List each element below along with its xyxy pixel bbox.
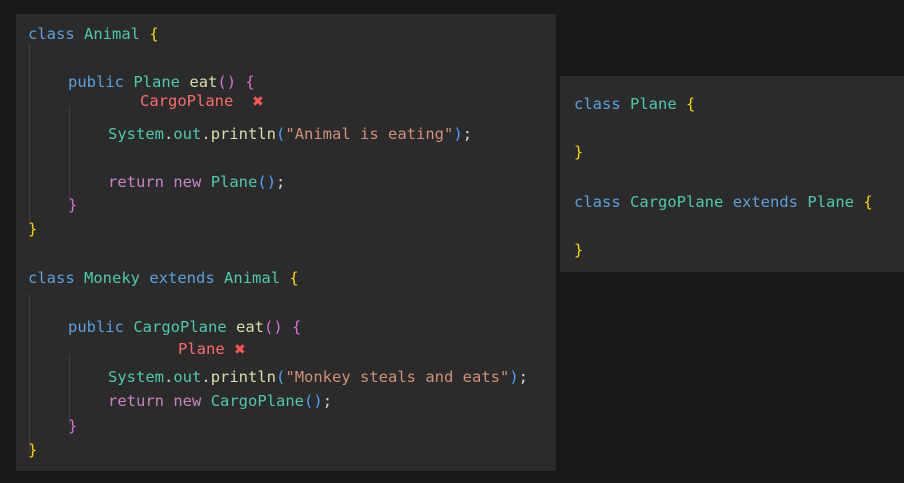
- keyword: public: [68, 318, 124, 336]
- string-literal: "Monkey steals and eats": [285, 368, 510, 386]
- code-line-class-close: }: [574, 142, 583, 162]
- brace: }: [68, 196, 78, 214]
- keyword: class: [574, 95, 621, 113]
- method-name: println: [210, 125, 277, 143]
- keyword: public: [68, 73, 124, 91]
- class-name: Plane: [630, 95, 677, 113]
- annotation-plane: Plane ✖: [178, 339, 246, 359]
- code-line-method-close: }: [68, 195, 77, 215]
- code-line-monkey-return: return new CargoPlane();: [108, 392, 333, 410]
- code-line-monkey-print: System.out.println("Monkey steals and ea…: [108, 368, 529, 386]
- brace: }: [574, 143, 584, 161]
- identifier: System: [108, 368, 164, 386]
- keyword: extends: [149, 269, 215, 287]
- code-line-method-close: }: [68, 416, 77, 436]
- x-mark-icon: ✖: [252, 94, 264, 110]
- keyword: class: [28, 25, 75, 43]
- brace: {: [245, 73, 255, 91]
- indent-guide: [29, 294, 30, 454]
- return-type: CargoPlane: [133, 318, 227, 336]
- code-line-class-close: }: [28, 440, 37, 460]
- class-name: Plane: [210, 173, 258, 191]
- string-literal: "Animal is eating": [285, 125, 454, 143]
- class-name: CargoPlane: [630, 193, 724, 211]
- left-code-panel: class Animal { public Plane eat() { Carg…: [16, 14, 556, 471]
- code-line-animal-return: return new Plane();: [108, 173, 286, 191]
- indent-guide: [69, 106, 70, 202]
- annotation-cargoplane: CargoPlane ✖: [140, 91, 264, 111]
- brace: {: [863, 193, 873, 211]
- indent-guide: [69, 354, 70, 424]
- keyword: class: [574, 193, 621, 211]
- code-line-animal-print: System.out.println("Animal is eating");: [108, 125, 473, 143]
- code-line-animal-class: class Animal {: [28, 24, 159, 44]
- code-line-cargo-class: class CargoPlane extends Plane {: [574, 192, 873, 212]
- class-name: Animal: [84, 25, 141, 43]
- code-line-plane-class: class Plane {: [574, 94, 695, 114]
- x-mark-icon: ✖: [234, 342, 246, 358]
- indent-guide: [29, 44, 30, 224]
- keyword: return: [108, 173, 164, 191]
- class-name: CargoPlane: [210, 392, 305, 410]
- method-name: eat: [189, 73, 218, 91]
- keyword: class: [28, 269, 75, 287]
- annotation-text: CargoPlane: [140, 92, 234, 110]
- identifier: System: [108, 125, 164, 143]
- brace: {: [292, 318, 302, 336]
- keyword: new: [173, 392, 202, 410]
- brace: }: [28, 441, 38, 459]
- method-name: eat: [236, 318, 265, 336]
- brace: }: [28, 220, 38, 238]
- brace: {: [686, 95, 696, 113]
- code-line-class-close: }: [574, 240, 583, 260]
- class-name: Animal: [224, 269, 281, 287]
- keyword: return: [108, 392, 164, 410]
- class-name: Plane: [807, 193, 855, 211]
- code-line-class-close: }: [28, 219, 37, 239]
- keyword: new: [173, 173, 202, 191]
- brace: }: [574, 241, 584, 259]
- right-code-panel: class Plane { } class CargoPlane extends…: [560, 76, 904, 272]
- parens: (): [264, 318, 283, 336]
- brace: {: [289, 269, 299, 287]
- annotation-text: Plane: [178, 340, 225, 358]
- parens: (): [217, 73, 237, 91]
- brace: }: [68, 417, 78, 435]
- return-type: Plane: [133, 73, 181, 91]
- brace: {: [149, 25, 159, 43]
- class-name: Moneky: [84, 269, 141, 287]
- code-line-monkey-class: class Moneky extends Animal {: [28, 268, 299, 288]
- code-line-monkey-method: public CargoPlane eat() {: [68, 317, 301, 337]
- keyword: extends: [732, 193, 799, 211]
- identifier: out: [173, 125, 202, 143]
- identifier: out: [173, 368, 202, 386]
- code-line-animal-method: public Plane eat() {: [68, 72, 255, 92]
- method-name: println: [210, 368, 277, 386]
